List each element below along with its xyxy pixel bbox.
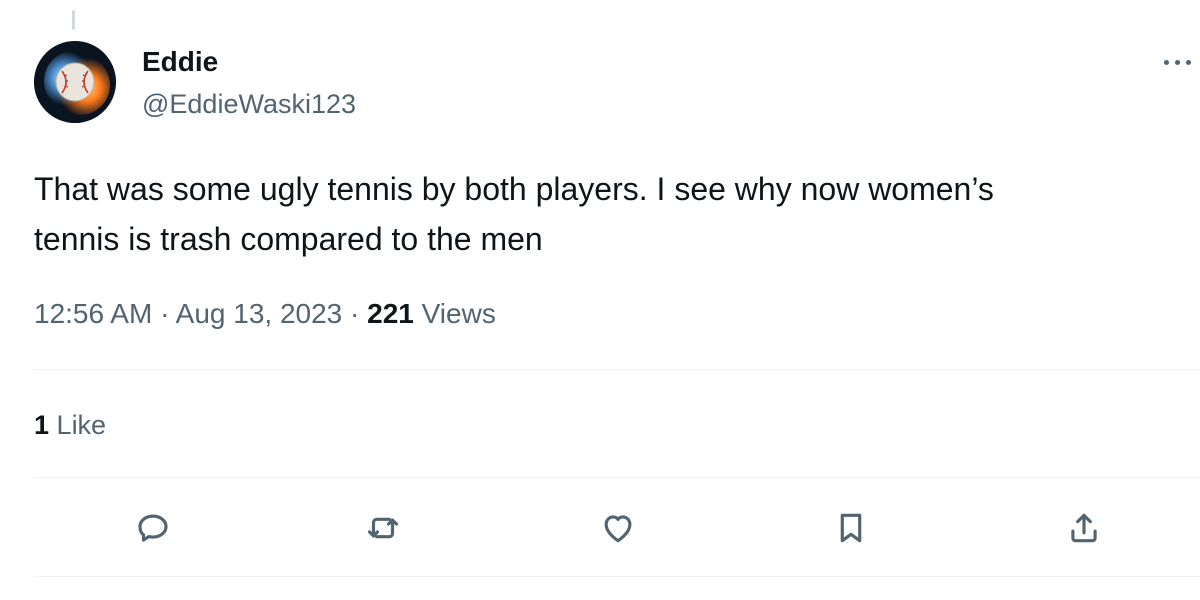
like-button[interactable] [596,506,640,550]
repost-icon [367,517,399,539]
tweet-date[interactable]: Aug 13, 2023 [176,298,343,329]
likes-label: Like [56,410,107,440]
likes-link[interactable]: 1 Like [34,407,106,443]
author-display-name[interactable]: Eddie [142,46,218,78]
bookmark-icon [840,513,862,543]
tweet-text: That was some ugly tennis by both player… [34,171,994,257]
meta-separator: · [160,298,170,329]
likes-count: 1 [34,410,50,440]
reply-button[interactable] [131,506,175,550]
author-handle[interactable]: @EddieWaski123 [142,88,356,120]
more-dot-icon [1175,59,1180,65]
share-button[interactable] [1062,506,1106,550]
comment-icon [138,514,168,542]
avatar[interactable] [34,41,116,123]
bookmark-button[interactable] [829,506,873,550]
tweet-detail: Eddie @EddieWaski123 That was some ugly … [0,0,1200,600]
divider [34,477,1200,478]
more-options-button[interactable] [1164,50,1200,74]
more-dot-icon [1164,59,1169,65]
views-count: 221 [367,298,414,329]
heart-icon [604,515,632,543]
tweet-time[interactable]: 12:56 AM [34,298,152,329]
thread-connector-line [72,10,75,30]
repost-button[interactable] [361,506,405,550]
more-dot-icon [1186,59,1191,65]
baseball-fire-avatar-icon [34,41,116,123]
divider [34,369,1200,370]
tweet-metadata: 12:56 AM · Aug 13, 2023 · 221 Views [34,296,496,332]
divider [34,576,1200,577]
views-label: Views [421,298,496,329]
share-icon [1071,513,1097,543]
meta-separator: · [350,298,360,329]
